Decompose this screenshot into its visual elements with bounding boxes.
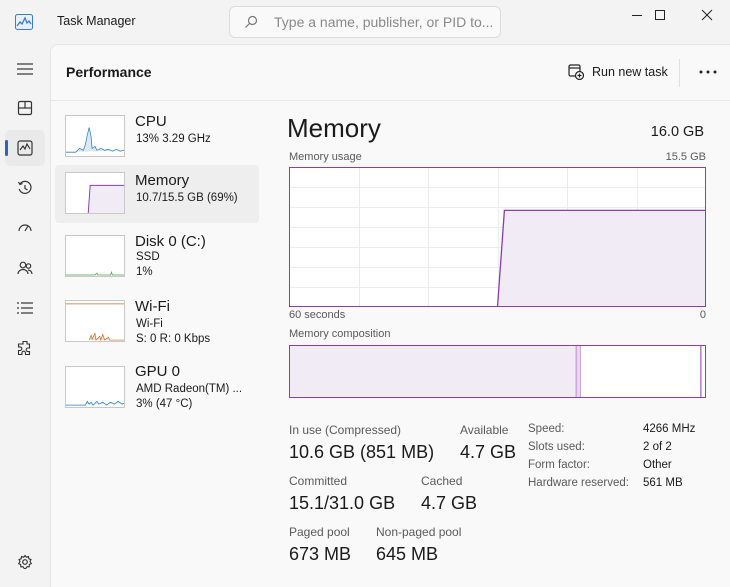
processes-icon	[17, 100, 33, 116]
device-name: Wi-Fi	[135, 298, 170, 315]
header-divider	[679, 59, 680, 87]
memory-composition-bar	[289, 345, 706, 398]
non-paged-pool-value: 645 MB	[376, 544, 439, 564]
device-disk[interactable]: Disk 0 (C:) SSD 1%	[55, 233, 259, 291]
nav-processes[interactable]	[5, 90, 45, 126]
performance-icon	[17, 140, 33, 156]
nav-details[interactable]	[5, 290, 45, 326]
time-axis-start: 60 seconds	[289, 309, 346, 321]
available-value: 4.7 GB	[460, 442, 517, 462]
device-name: Memory	[135, 172, 190, 189]
speed-value: 4266 MHz	[643, 423, 696, 435]
non-paged-pool-label: Non-paged pool	[376, 525, 462, 539]
more-options-button[interactable]	[694, 59, 722, 85]
form-factor-value: Other	[643, 459, 672, 471]
cached-label: Cached	[421, 474, 463, 488]
device-gpu[interactable]: GPU 0 AMD Radeon(TM) ... 3% (47 °C)	[55, 363, 259, 421]
gear-icon	[17, 554, 33, 570]
search-input[interactable]	[274, 12, 494, 32]
form-factor-label: Form factor:	[528, 459, 590, 471]
nav-settings[interactable]	[5, 544, 45, 580]
paged-pool-label: Paged pool	[289, 525, 350, 539]
device-detail: 10.7/15.5 GB (69%)	[136, 192, 238, 204]
time-axis-end: 0	[699, 309, 706, 321]
device-detail-2: S: 0 R: 0 Kbps	[136, 333, 211, 345]
nav-services[interactable]	[5, 330, 45, 366]
nav-app-history[interactable]	[5, 170, 45, 206]
maximize-icon	[655, 10, 665, 20]
device-name: CPU	[135, 113, 167, 130]
device-name: GPU 0	[135, 363, 181, 380]
memory-usage-graph	[289, 167, 706, 307]
device-cpu[interactable]: CPU 13% 3.29 GHz	[55, 113, 259, 171]
device-detail: Wi-Fi	[136, 318, 163, 330]
disk-thumbnail-graph	[65, 235, 125, 277]
memory-usage-label: Memory usage	[289, 151, 362, 163]
hardware-reserved-label: Hardware reserved:	[528, 477, 629, 489]
task-manager-app-icon	[15, 14, 33, 30]
nav-startup-apps[interactable]	[5, 210, 45, 246]
nav-menu-button[interactable]	[5, 51, 45, 87]
left-nav	[0, 44, 50, 587]
composition-modified	[576, 346, 581, 397]
in-use-label: In use (Compressed)	[289, 423, 402, 437]
services-icon	[17, 340, 31, 356]
gpu-thumbnail-graph	[65, 366, 125, 408]
close-icon	[701, 9, 713, 21]
performance-panel: Performance Run new task CPU 13% 3.29 GH…	[50, 44, 730, 587]
memory-total: 16.0 GB	[650, 124, 704, 140]
nav-users[interactable]	[5, 250, 45, 286]
speed-label: Speed:	[528, 423, 565, 435]
in-use-value: 10.6 GB (851 MB)	[289, 442, 435, 462]
composition-in-use	[290, 346, 577, 397]
memory-composition-label: Memory composition	[289, 328, 391, 340]
device-detail: 13% 3.29 GHz	[136, 133, 211, 145]
cpu-thumbnail-graph	[65, 115, 125, 157]
slots-used-value: 2 of 2	[643, 441, 672, 453]
window-title: Task Manager	[57, 14, 136, 28]
maximize-button[interactable]	[637, 0, 683, 30]
memory-usage-max: 15.5 GB	[665, 151, 706, 163]
device-detail-2: 3% (47 °C)	[136, 398, 193, 410]
memory-usage-area	[497, 210, 706, 307]
slots-used-label: Slots used:	[528, 441, 585, 453]
details-icon	[17, 302, 33, 314]
device-detail-2: 1%	[136, 266, 153, 278]
users-icon	[17, 261, 33, 275]
search-box[interactable]	[229, 6, 501, 38]
history-icon	[17, 180, 32, 194]
device-memory[interactable]: Memory 10.7/15.5 GB (69%)	[55, 165, 259, 223]
startup-icon	[18, 224, 32, 232]
device-detail: SSD	[136, 251, 160, 263]
device-wifi[interactable]: Wi-Fi Wi-Fi S: 0 R: 0 Kbps	[55, 298, 259, 356]
wifi-thumbnail-graph	[65, 300, 125, 342]
memory-title: Memory	[287, 113, 381, 143]
page-title: Performance	[66, 64, 152, 80]
title-bar: Task Manager	[0, 0, 730, 44]
search-icon	[245, 15, 258, 28]
hardware-reserved-value: 561 MB	[643, 477, 683, 489]
cached-value: 4.7 GB	[421, 493, 478, 513]
hamburger-icon	[17, 63, 33, 75]
device-name: Disk 0 (C:)	[135, 233, 206, 250]
close-button[interactable]	[684, 0, 730, 30]
header-divider-line	[51, 100, 730, 101]
committed-value: 15.1/31.0 GB	[289, 493, 396, 513]
nav-performance[interactable]	[5, 130, 45, 166]
memory-thumbnail-graph	[65, 172, 125, 214]
available-label: Available	[460, 423, 509, 437]
device-detail: AMD Radeon(TM) ...	[136, 383, 243, 395]
run-task-icon	[568, 64, 584, 80]
committed-label: Committed	[289, 474, 348, 488]
paged-pool-value: 673 MB	[289, 544, 352, 564]
more-icon	[699, 70, 717, 74]
run-new-task-button[interactable]: Run new task	[568, 62, 668, 82]
run-new-task-label: Run new task	[592, 65, 668, 79]
